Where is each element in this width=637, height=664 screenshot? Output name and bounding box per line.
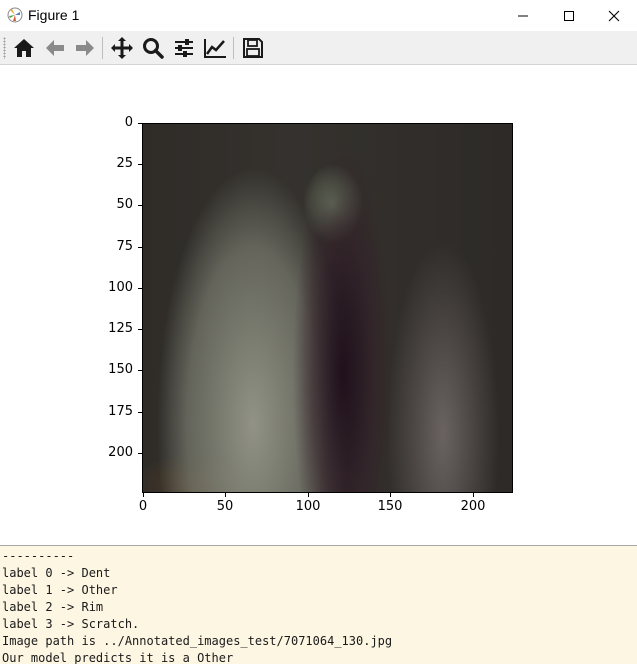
y-tick-mark [138,412,142,413]
zoom-icon [143,38,164,59]
save-icon [243,38,263,58]
minimize-icon [518,15,528,16]
pan-icon [111,37,133,59]
window-titlebar: Figure 1 [0,0,637,31]
console-line: label 1 -> Other [2,583,118,597]
x-tick-mark [390,493,391,497]
console-line: ---------- [2,549,75,563]
matplotlib-icon [7,7,23,23]
y-tick-label: 125 [108,321,133,336]
toolbar-grip[interactable] [3,37,6,59]
home-icon [14,39,34,57]
edit-axis-button[interactable] [202,35,228,61]
minimize-button[interactable] [500,0,546,31]
y-tick-mark [138,247,142,248]
console-line: label 3 -> Scratch. [2,617,140,631]
console-line: Image path is ../Annotated_images_test/7… [2,634,393,648]
y-tick-label: 50 [116,197,133,212]
y-tick-label: 200 [108,445,133,460]
y-tick-mark [138,370,142,371]
maximize-button[interactable] [546,0,592,31]
y-tick-label: 25 [116,156,133,171]
navigation-toolbar [0,31,637,65]
toolbar-separator [233,37,234,59]
window-title: Figure 1 [28,7,80,23]
x-tick-label: 150 [377,499,403,514]
back-button[interactable] [42,35,68,61]
configure-subplots-button[interactable] [171,35,197,61]
x-tick-mark [308,493,309,497]
console-output[interactable]: ---------- label 0 -> Dent label 1 -> Ot… [0,545,637,664]
y-tick-label: 175 [108,404,133,419]
subplots-icon [175,39,193,57]
y-tick-mark [138,205,142,206]
edit-axis-icon [204,39,226,58]
maximize-icon [564,10,574,21]
y-tick-label: 150 [108,362,133,377]
close-button[interactable] [591,0,637,31]
save-button[interactable] [240,35,266,61]
y-tick-mark [138,329,142,330]
y-tick-label: 100 [108,280,133,295]
console-line: label 2 -> Rim [2,600,104,614]
close-icon [608,10,620,21]
x-tick-mark [473,493,474,497]
toolbar-separator [102,37,103,59]
forward-icon [76,40,94,56]
y-tick-mark [138,453,142,454]
x-tick-mark [225,493,226,497]
x-tick-label: 100 [295,499,321,514]
y-tick-mark [138,123,142,124]
x-tick-label: 200 [460,499,486,514]
x-tick-label: 0 [138,499,148,514]
y-tick-mark [138,164,142,165]
x-tick-label: 50 [216,499,234,514]
home-button[interactable] [11,35,37,61]
pan-button[interactable] [109,35,135,61]
forward-button[interactable] [72,35,98,61]
y-tick-label: 75 [116,239,133,254]
y-tick-mark [138,288,142,289]
back-icon [46,40,64,56]
console-line: Our model predicts it is a Other [2,651,234,664]
x-tick-mark [143,493,144,497]
y-tick-label: 0 [124,115,133,130]
image-axes[interactable] [142,123,513,493]
console-line: label 0 -> Dent [2,566,111,580]
figure-canvas[interactable]: 0 25 50 75 100 125 150 175 200 0 50 100 … [0,65,637,545]
zoom-button[interactable] [140,35,166,61]
